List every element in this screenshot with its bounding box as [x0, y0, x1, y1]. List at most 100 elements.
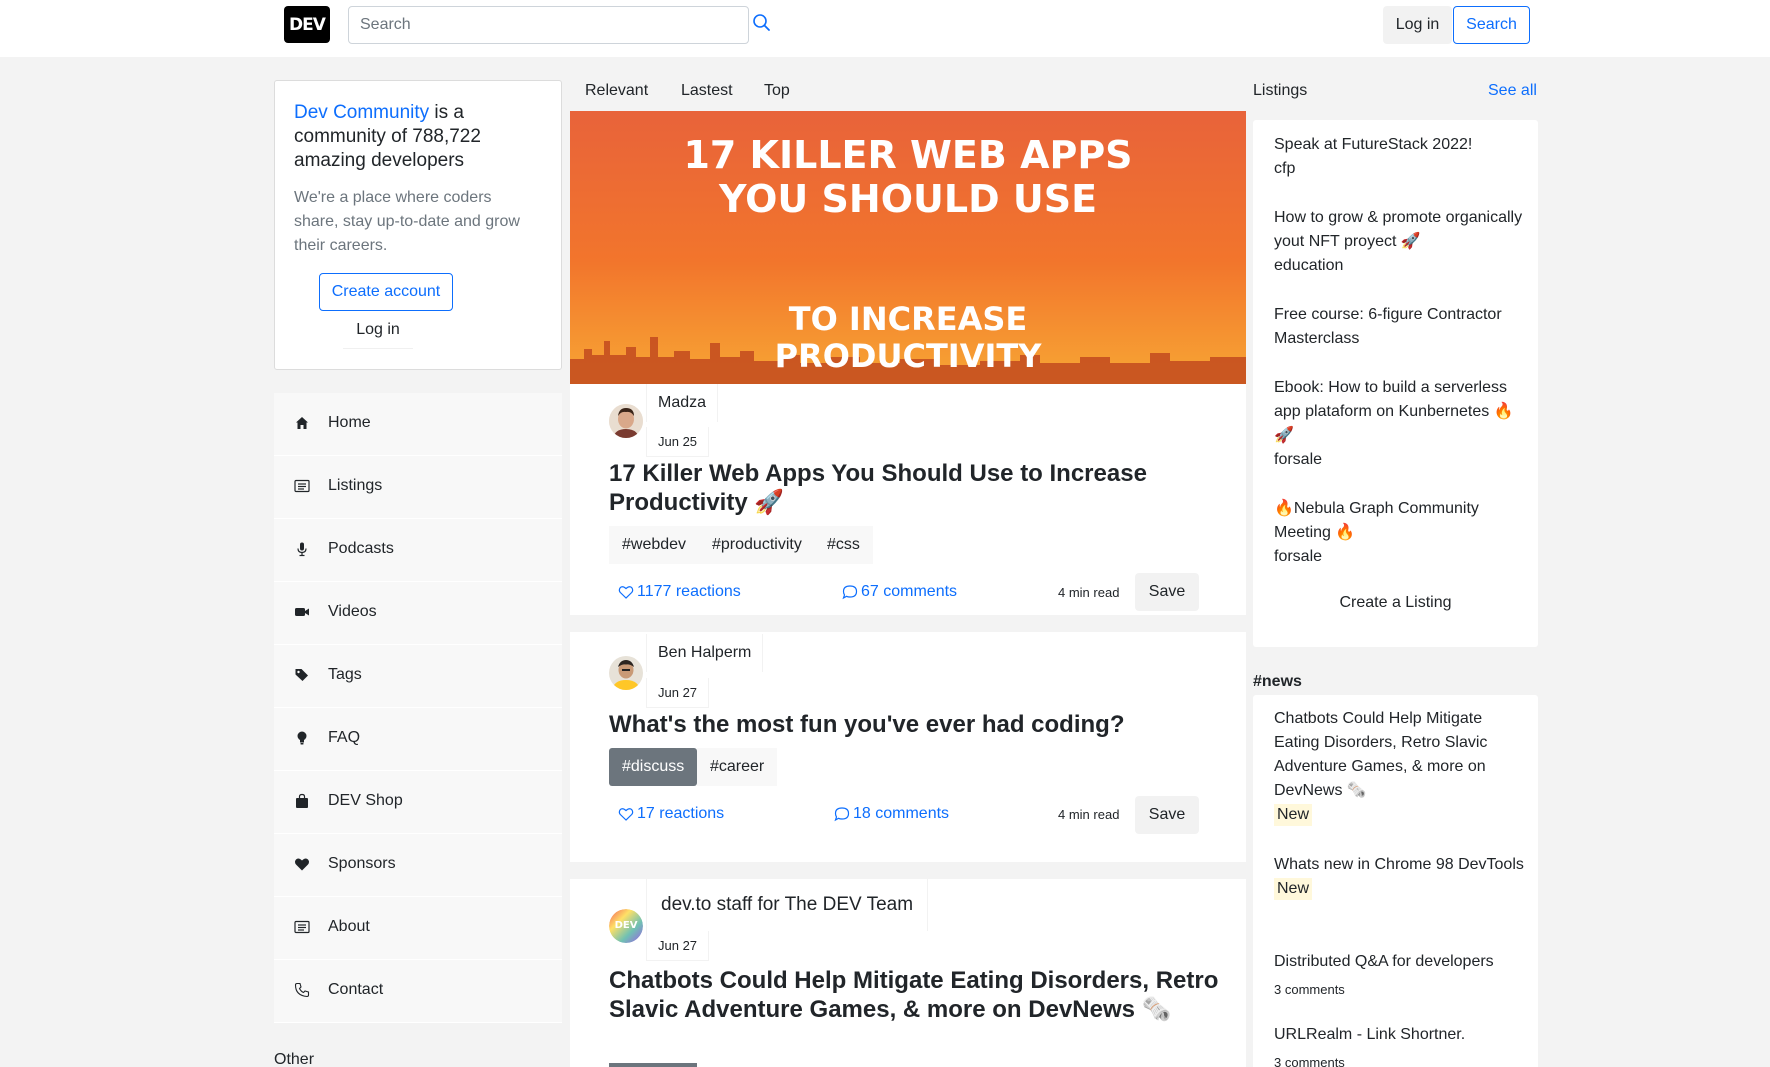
- sidebar-item-label: Tags: [328, 666, 362, 683]
- feed-post: 17 KILLER WEB APPS YOU SHOULD USE TO INC…: [570, 111, 1246, 615]
- header-login-button[interactable]: Log in: [1383, 6, 1452, 44]
- sidebar-item-dev-shop[interactable]: DEV Shop: [274, 771, 562, 834]
- author-name[interactable]: dev.to staff for The DEV Team: [646, 879, 929, 931]
- avatar[interactable]: [609, 404, 643, 438]
- post-title[interactable]: Chatbots Could Help Mitigate Eating Diso…: [609, 966, 1229, 1024]
- cover-text-bottom: TO INCREASE PRODUCTIVITY: [774, 300, 1042, 375]
- sidebar-item-podcasts[interactable]: Podcasts: [274, 519, 562, 582]
- sidebar-item-label: Sponsors: [328, 855, 396, 872]
- sidebar-item-contact[interactable]: Contact: [274, 960, 562, 1023]
- listing-item[interactable]: 🔥Nebula Graph Community Meeting 🔥 forsal…: [1274, 497, 1524, 569]
- avatar[interactable]: [609, 656, 643, 690]
- author-name[interactable]: Ben Halperm: [646, 634, 764, 672]
- comments-count: 67 comments: [861, 583, 958, 600]
- search-icon[interactable]: [752, 13, 772, 33]
- listing-category: cfp: [1274, 160, 1296, 177]
- sidebar-item-label: DEV Shop: [328, 792, 403, 809]
- news-item[interactable]: Chatbots Could Help Mitigate Eating Diso…: [1274, 707, 1524, 827]
- other-section-heading: Other: [274, 1051, 315, 1067]
- news-item[interactable]: Distributed Q&A for developers 3 comment…: [1274, 950, 1524, 1002]
- listing-title: Speak at FutureStack 2022!: [1274, 136, 1473, 153]
- heart-icon: [295, 858, 309, 871]
- intro-login-button[interactable]: Log in: [343, 311, 413, 349]
- post-title[interactable]: What's the most fun you've ever had codi…: [609, 710, 1229, 739]
- news-item[interactable]: Whats new in Chrome 98 DevTools New: [1274, 853, 1524, 901]
- comments-link[interactable]: 67 comments: [842, 583, 957, 601]
- listing-category: forsale: [1274, 451, 1323, 468]
- tag-webdev[interactable]: #webdev: [609, 526, 700, 564]
- reactions-link[interactable]: 17 reactions: [618, 805, 724, 823]
- reactions-count: 17 reactions: [637, 805, 725, 822]
- sidebar-item-label: Contact: [328, 981, 384, 998]
- tag-career[interactable]: #career: [697, 748, 778, 786]
- sidebar-item-tags[interactable]: Tags: [274, 645, 562, 708]
- sidebar-item-label: Videos: [328, 603, 377, 620]
- tag-productivity[interactable]: #productivity: [699, 526, 815, 564]
- lightbulb-icon: [297, 731, 307, 745]
- author-name[interactable]: Madza: [646, 384, 719, 422]
- sidebar-item-label: Listings: [328, 477, 383, 494]
- sidebar-item-sponsors[interactable]: Sponsors: [274, 834, 562, 897]
- reactions-link[interactable]: 1177 reactions: [618, 583, 741, 601]
- sidebar-item-about[interactable]: About: [274, 897, 562, 960]
- read-time: 4 min read: [1058, 585, 1120, 600]
- listings-heading: Listings: [1253, 82, 1308, 99]
- intro-title: Dev Community is a community of 788,722 …: [294, 101, 524, 173]
- sidebar-item-label: Home: [328, 414, 371, 431]
- tag-css[interactable]: #css: [814, 526, 873, 564]
- search-input[interactable]: [348, 6, 749, 44]
- listing-item[interactable]: Ebook: How to build a serverless app pla…: [1274, 376, 1524, 472]
- cover-text-top: 17 KILLER WEB APPS YOU SHOULD USE: [683, 133, 1133, 221]
- comments-count: 18 comments: [853, 805, 950, 822]
- news-item[interactable]: URLRealm - Link Shortner. 3 comments: [1274, 1023, 1524, 1067]
- listing-item[interactable]: Free course: 6-figure Contractor Masterc…: [1274, 303, 1524, 351]
- create-listing-link[interactable]: Create a Listing: [1253, 594, 1538, 612]
- tab-top[interactable]: Top: [764, 82, 790, 100]
- sidebar-item-label: Podcasts: [328, 540, 394, 557]
- listing-title: Ebook: How to build a serverless app pla…: [1274, 379, 1514, 444]
- sidebar-item-label: FAQ: [328, 729, 361, 746]
- post-date: Jun 27: [646, 678, 710, 708]
- feed-post: Ben Halperm Jun 27 What's the most fun y…: [570, 632, 1246, 862]
- tag-discuss[interactable]: #discuss: [609, 748, 698, 786]
- sidebar-item-home[interactable]: Home: [274, 393, 562, 456]
- sidebar-nav: Home Listings Podcasts Videos Tags FAQ D…: [274, 393, 562, 1023]
- post-date: Jun 25: [646, 427, 710, 457]
- comment-count: 3 comments: [1274, 1055, 1345, 1067]
- save-button[interactable]: Save: [1135, 573, 1199, 611]
- tab-relevant[interactable]: Relevant: [585, 82, 648, 100]
- read-time: 4 min read: [1058, 807, 1120, 822]
- sidebar-item-label: About: [328, 918, 370, 935]
- post-title[interactable]: 17 Killer Web Apps You Should Use to Inc…: [609, 459, 1229, 517]
- news-title: Whats new in Chrome 98 DevTools: [1274, 856, 1524, 873]
- sidebar-item-faq[interactable]: FAQ: [274, 708, 562, 771]
- listing-title: How to grow & promote organically yout N…: [1274, 209, 1523, 250]
- news-card: Chatbots Could Help Mitigate Eating Diso…: [1253, 695, 1538, 1067]
- ben-avatar-graphic: [609, 656, 643, 690]
- create-account-button[interactable]: Create account: [319, 273, 453, 311]
- save-button[interactable]: Save: [1135, 796, 1199, 834]
- dev-logo[interactable]: DEV: [284, 6, 330, 43]
- new-badge: New: [1274, 804, 1313, 826]
- tab-latest[interactable]: Lastest: [681, 82, 733, 100]
- news-heading: #news: [1253, 673, 1302, 690]
- sidebar-item-listings[interactable]: Listings: [274, 456, 562, 519]
- tag-partial: [609, 1063, 697, 1067]
- sidebar-item-videos[interactable]: Videos: [274, 582, 562, 645]
- see-all-link[interactable]: See all: [1488, 82, 1537, 100]
- comment-count: 3 comments: [1274, 982, 1345, 997]
- news-title: URLRealm - Link Shortner.: [1274, 1026, 1466, 1043]
- comment-icon: [834, 807, 850, 822]
- listings-card: Speak at FutureStack 2022! cfp How to gr…: [1253, 120, 1538, 647]
- listing-item[interactable]: How to grow & promote organically yout N…: [1274, 206, 1524, 278]
- dev-community-link[interactable]: Dev Community: [294, 102, 429, 123]
- header-search-button[interactable]: Search: [1453, 6, 1530, 44]
- news-title: Distributed Q&A for developers: [1274, 953, 1494, 970]
- feed-post: DEV dev.to staff for The DEV Team Jun 27…: [570, 879, 1246, 1067]
- comments-link[interactable]: 18 comments: [834, 805, 949, 823]
- listing-category: education: [1274, 257, 1344, 274]
- news-title: Chatbots Could Help Mitigate Eating Diso…: [1274, 710, 1488, 799]
- about-icon: [294, 920, 310, 934]
- new-badge: New: [1274, 878, 1313, 900]
- listing-item[interactable]: Speak at FutureStack 2022! cfp: [1274, 133, 1524, 181]
